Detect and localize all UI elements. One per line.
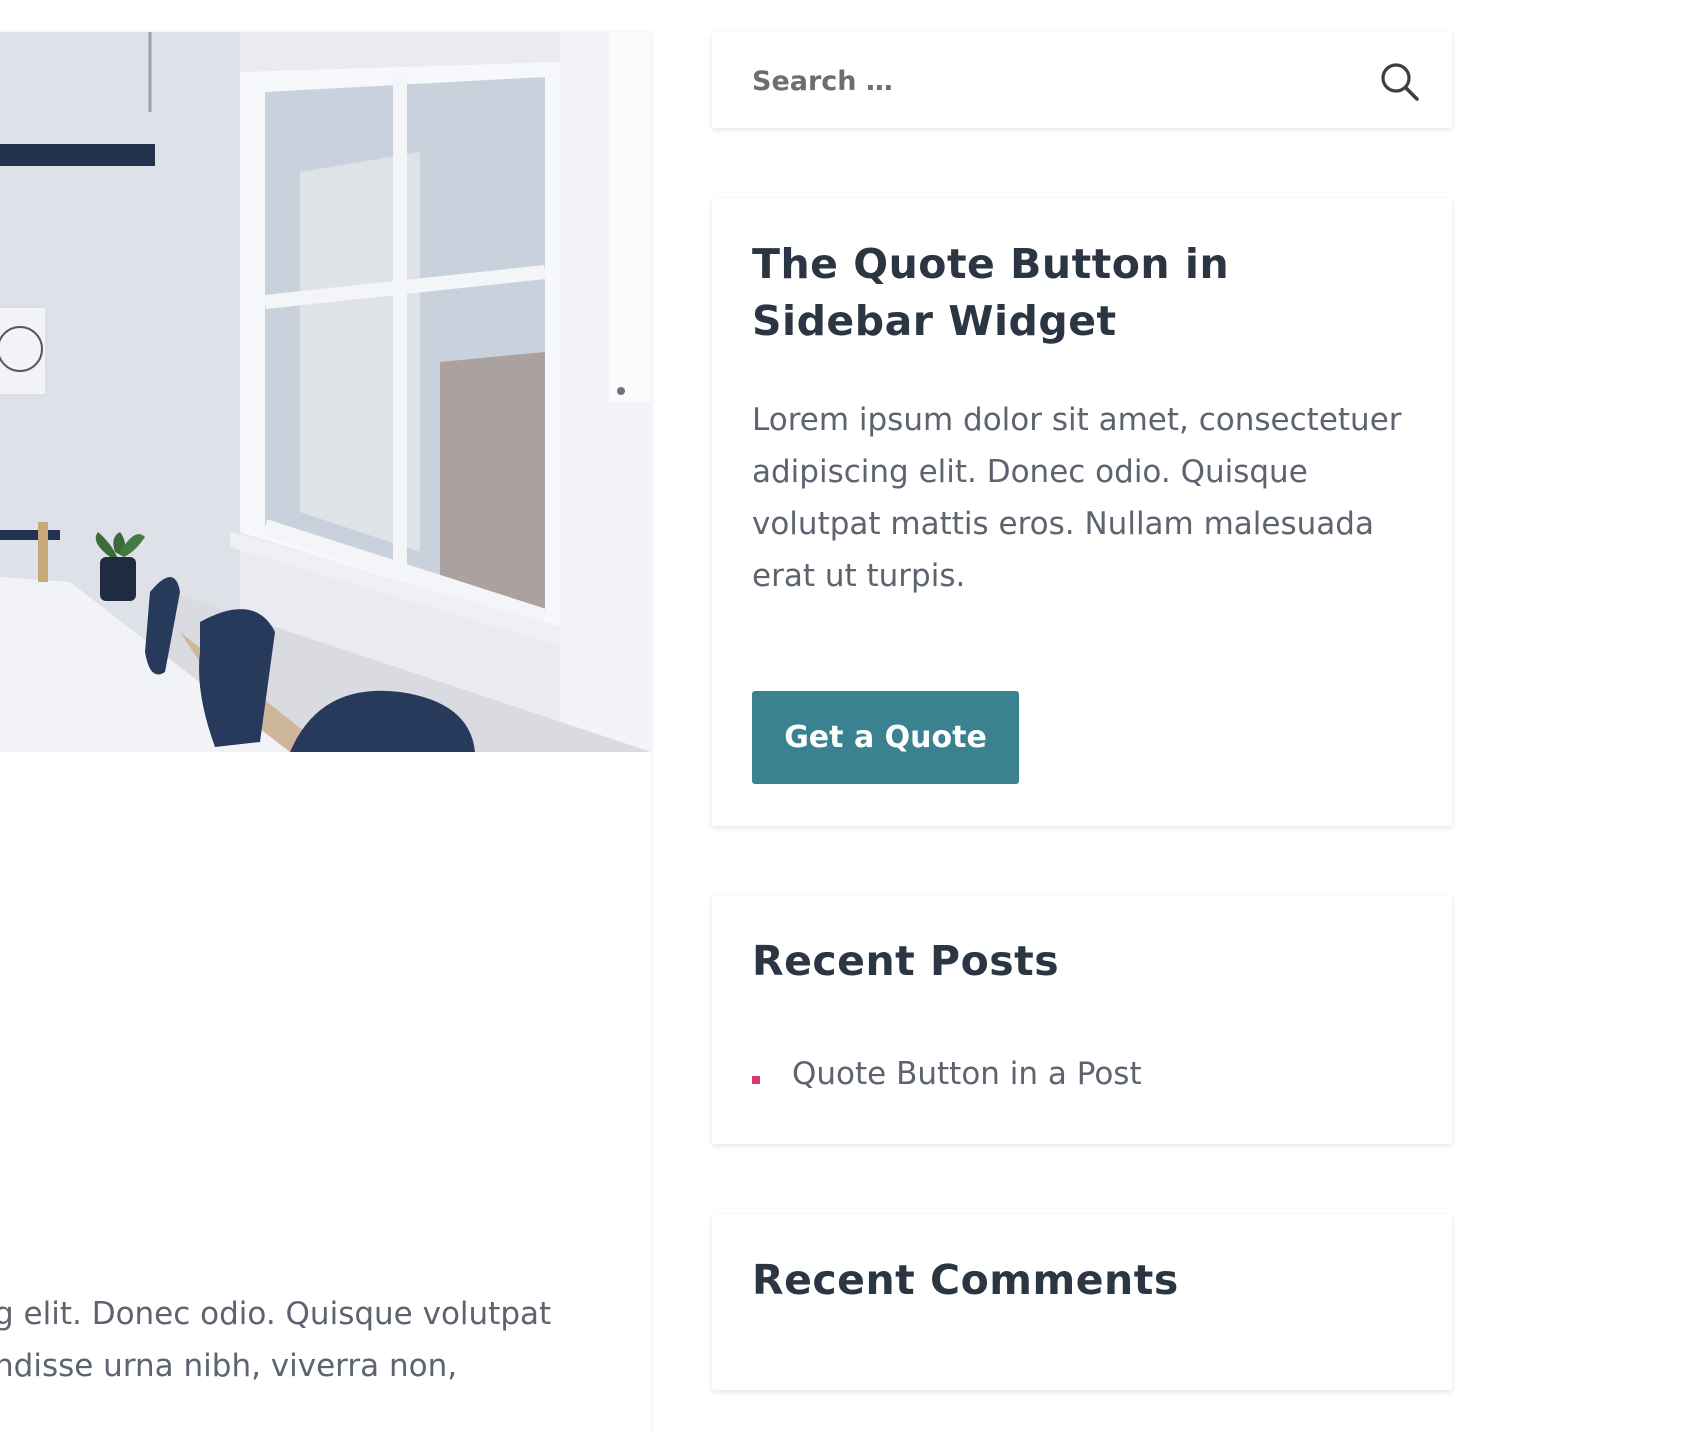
office-photo [0,32,651,752]
widget-title: Recent Comments [752,1256,1179,1304]
recent-comments-widget: Recent Comments [712,1214,1452,1390]
featured-image[interactable] [0,32,651,752]
post-card: g elit. Donec odio. Quisque volutpat ndi… [0,32,651,1432]
search-input[interactable] [752,56,1312,106]
excerpt-line: ndisse urna nibh, viverra non, [0,1348,458,1384]
search-button[interactable] [1378,60,1422,104]
search-widget [712,32,1452,128]
recent-posts-widget: Recent Posts Quote Button in a Post [712,895,1452,1144]
excerpt-line: g elit. Donec odio. Quisque volutpat [0,1296,552,1332]
search-icon [1381,63,1419,101]
quote-widget: The Quote Button in Sidebar Widget Lorem… [712,198,1452,826]
widget-text: Lorem ipsum dolor sit amet, consectetuer… [752,402,1402,594]
recent-posts-list: Quote Button in a Post [752,1052,1412,1096]
widget-title: The Quote Button in Sidebar Widget [752,240,1230,345]
recent-post-link[interactable]: Quote Button in a Post [792,1056,1142,1092]
widget-title: Recent Posts [752,937,1060,985]
post-excerpt: g elit. Donec odio. Quisque volutpat ndi… [0,1288,644,1392]
get-quote-button[interactable]: Get a Quote [752,691,1019,784]
bullet-icon [752,1076,760,1084]
list-item: Quote Button in a Post [752,1052,1412,1096]
